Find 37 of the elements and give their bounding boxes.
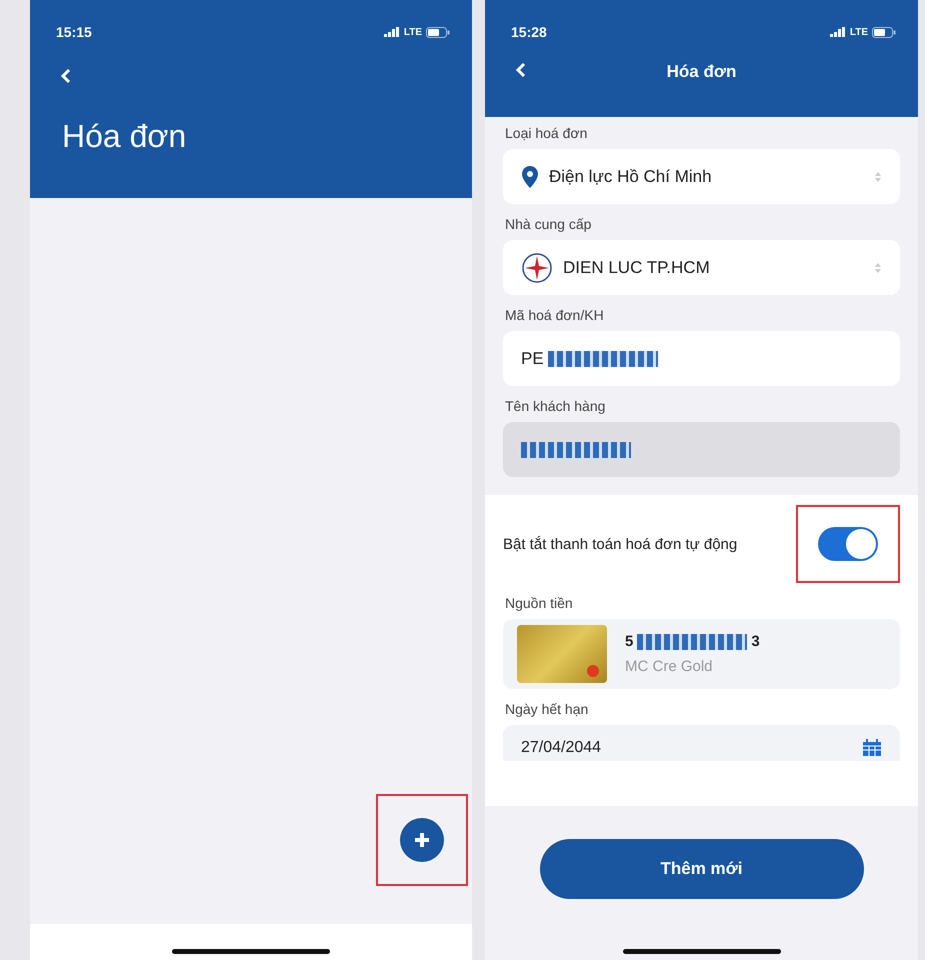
input-field[interactable]: PE [503, 331, 900, 386]
battery-icon [872, 26, 896, 38]
field-label: Mã hoá đơn/KH [505, 307, 605, 323]
page-title: Hóa đơn [62, 118, 188, 155]
field-label: Nguồn tiền [505, 595, 574, 611]
compass-star-logo-icon [521, 252, 553, 284]
add-new-button[interactable]: Thêm mới [540, 839, 864, 899]
status-time: 15:15 [56, 24, 92, 40]
toggle-label: Bật tắt thanh toán hoá đơn tự động [503, 536, 738, 552]
updown-icon [874, 262, 882, 274]
network-label: LTE [850, 26, 868, 38]
select-field[interactable]: Điện lực Hồ Chí Minh [503, 149, 900, 204]
status-time: 15:28 [511, 24, 547, 40]
auto-pay-switch[interactable] [818, 527, 878, 561]
calendar-icon [862, 739, 882, 757]
card-number-end: 3 [751, 633, 760, 650]
signal-icon [830, 27, 846, 37]
field-label: Tên khách hàng [505, 398, 606, 414]
location-pin-icon [521, 164, 539, 188]
field-label: Loại hoá đơn [505, 125, 588, 141]
field-label: Nhà cung cấp [505, 216, 592, 232]
back-button[interactable] [515, 62, 527, 78]
date-field[interactable]: 27/04/2044 [503, 725, 900, 761]
back-icon [515, 62, 527, 78]
field-label: Ngày hết hạn [505, 701, 590, 717]
network-label: LTE [404, 26, 422, 38]
battery-icon [426, 26, 450, 38]
card-name: MC Cre Gold [625, 658, 714, 675]
back-icon [60, 68, 72, 84]
select-field[interactable]: DIEN LUC TP.HCM [503, 240, 900, 295]
card-number-start: 5 [625, 633, 634, 650]
add-button[interactable] [400, 818, 444, 862]
payment-source-card[interactable]: 5 3 MC Cre Gold [503, 619, 900, 689]
plus-icon [413, 831, 431, 849]
updown-icon [874, 170, 882, 182]
signal-icon [384, 27, 400, 37]
page-title: Hóa đơn [666, 62, 736, 82]
